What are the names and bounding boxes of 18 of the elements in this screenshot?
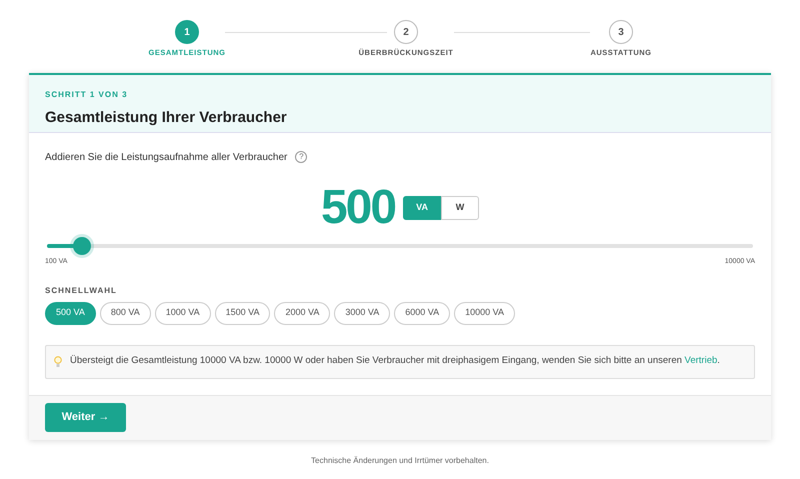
slider-thumb[interactable] (73, 237, 92, 255)
disclaimer-text: Technische Änderungen und Irrtümer vorbehalten. (311, 454, 489, 466)
quick-select-chip[interactable]: 1500 VA (214, 302, 270, 324)
unit-toggle[interactable]: W (441, 196, 480, 220)
power-value: 500 (320, 184, 396, 232)
card-title: Gesamtleistung Ihrer Verbraucher (45, 108, 287, 128)
quick-select-chip[interactable]: 10000 VA (454, 302, 515, 324)
quick-select-chip[interactable]: 800 VA (100, 302, 151, 324)
help-button[interactable]: ? (295, 151, 308, 163)
prompt-text: Addieren Sie die Leistungsaufnahme aller Verbraucher (45, 150, 288, 164)
quick-select-label: SCHNELLWAHL (45, 284, 117, 296)
notice-text: Übersteigt die Gesamtleistung 10000 VA bzw. 10000 W oder haben Sie Verbraucher mit dreiphasigem Eingang, wenden Sie sich bitte an unseren Vertrieb. (70, 354, 720, 368)
lightbulb-icon (54, 356, 62, 368)
quick-select-chip[interactable]: 3000 VA (334, 302, 390, 324)
quick-select-chip[interactable]: 1000 VA (154, 302, 211, 324)
quick-select-chip[interactable]: 2000 VA (274, 302, 330, 324)
step-label: SCHRITT 1 VON 3 (45, 89, 128, 101)
quick-select-chip[interactable]: 6000 VA (394, 302, 450, 324)
